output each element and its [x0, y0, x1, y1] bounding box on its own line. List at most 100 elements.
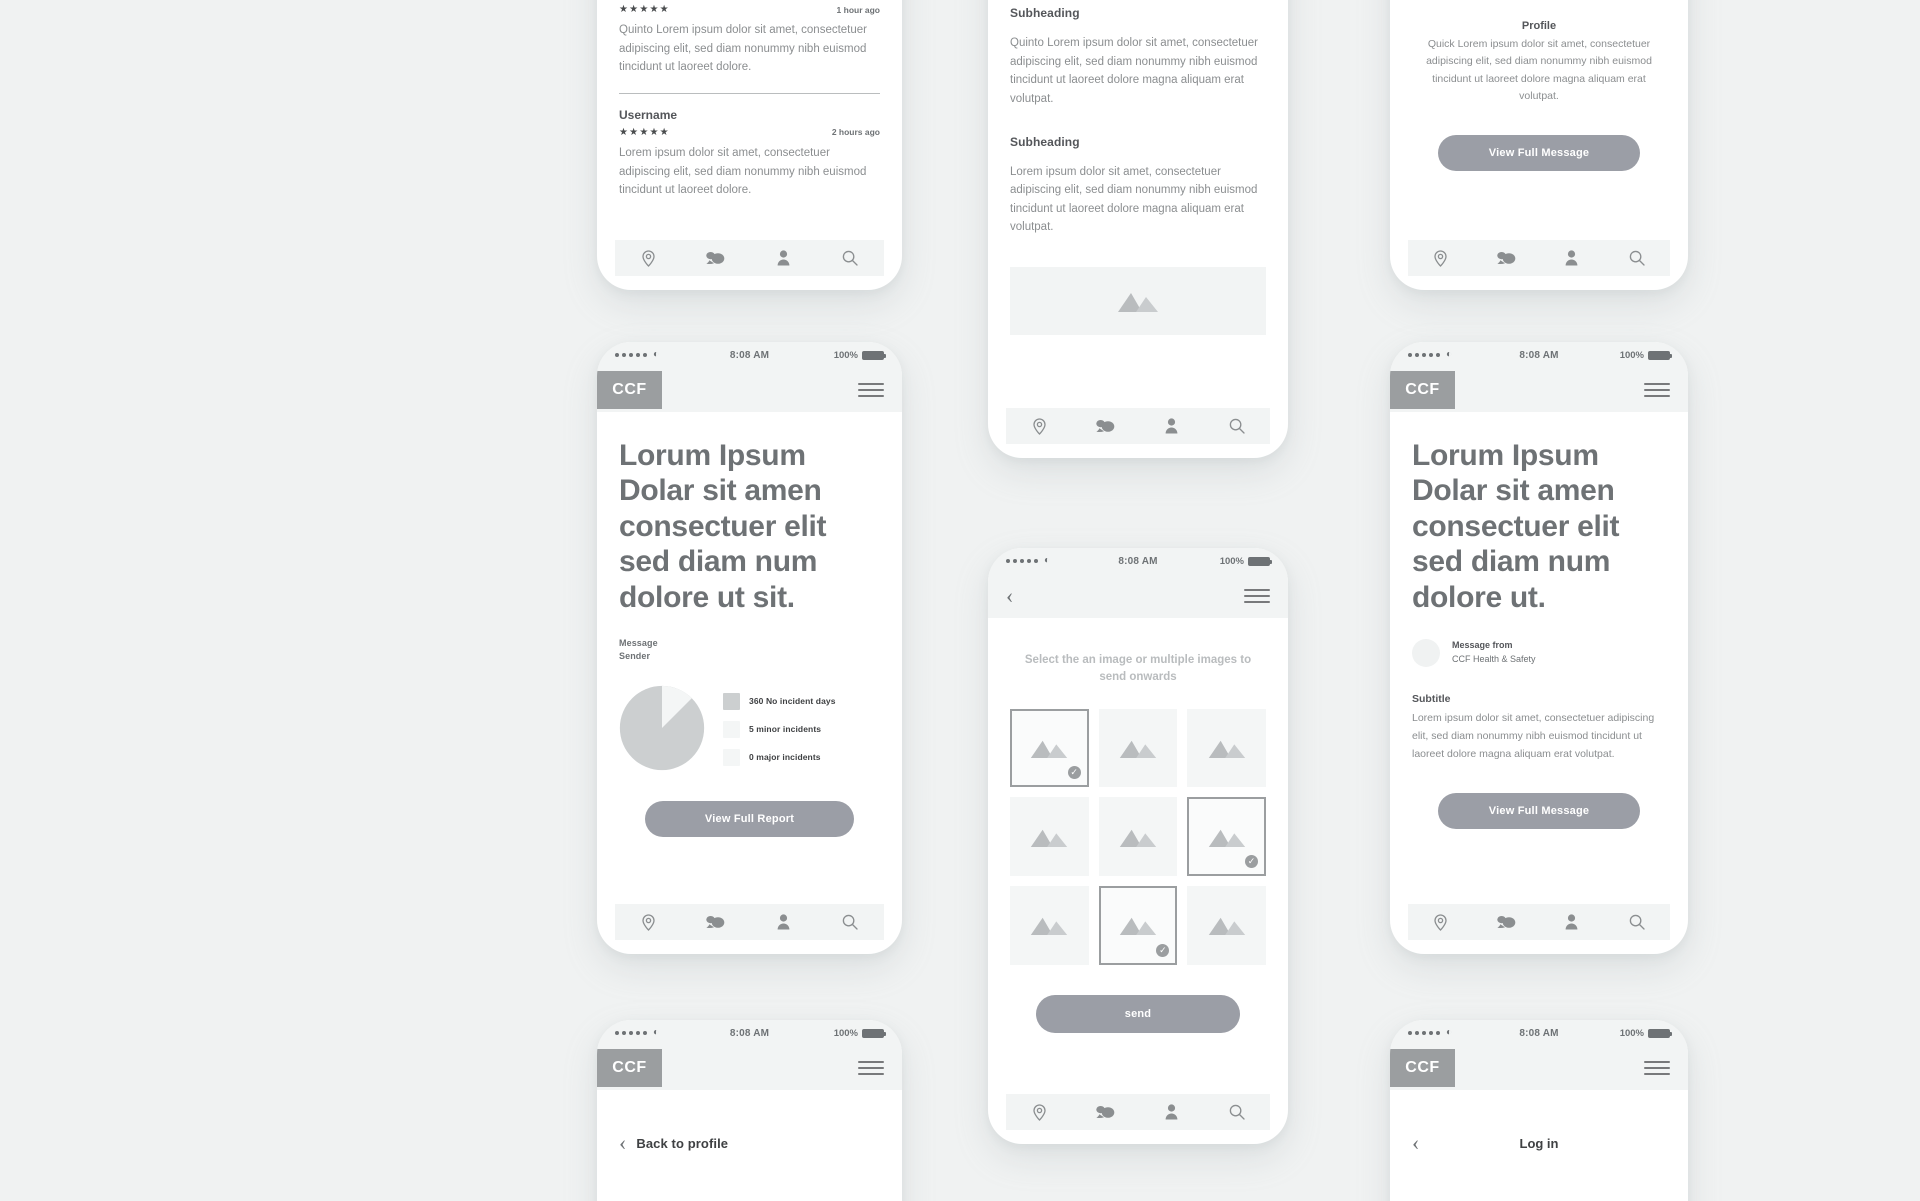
page-title: Lorum Ipsum Dolar sit amen consectuer el… — [619, 439, 827, 614]
picker-prompt: Select the an image or multiple images t… — [1024, 654, 1252, 684]
profile-title: Profile — [1521, 20, 1557, 32]
mountain-image-icon — [1031, 740, 1068, 758]
bottom-nav — [1408, 904, 1670, 940]
message-screen: ◐ 8:08 AM 100% CCF Lorum Ipsum Dolar sit… — [1390, 342, 1688, 954]
tab-profile[interactable] — [1539, 250, 1605, 266]
person-icon — [1165, 418, 1177, 434]
report-screen: ◐ 8:08 AM 100% CCF Lorum Ipsum Dolar sit… — [597, 342, 902, 954]
location-pin-icon — [642, 913, 655, 931]
back-to-profile-label: Back to profile — [636, 1135, 729, 1151]
tab-profile[interactable] — [1138, 418, 1204, 434]
message-sender-meta: Message from CCF Health & Safety — [1452, 639, 1536, 666]
location-pin-icon — [642, 249, 655, 267]
location-pin-icon — [1434, 249, 1447, 267]
tab-location[interactable] — [1408, 249, 1474, 267]
tab-location[interactable] — [1006, 1103, 1072, 1121]
back-chevron-icon[interactable]: ‹ — [1006, 585, 1013, 607]
battery-icon — [1648, 350, 1672, 360]
report-content: Lorum Ipsum Dolar sit amen consectuer el… — [597, 412, 902, 904]
legend-item: 0 major incidents — [723, 748, 836, 766]
tab-profile[interactable] — [1539, 914, 1605, 930]
subtitle-block: Subtitle Lorem ipsum dolor sit amet, con… — [1412, 693, 1666, 763]
tab-location[interactable] — [1006, 417, 1072, 435]
ccf-logo[interactable]: CCF — [1390, 371, 1455, 409]
battery-status: 100% — [769, 350, 886, 361]
image-picker-card: ◐ 8:08 AM 100% ‹ Select the an image or … — [988, 548, 1288, 1144]
status-bar: ◐ 8:08 AM 100% — [1390, 1020, 1688, 1046]
tab-search[interactable] — [1204, 1104, 1270, 1120]
image-cell[interactable]: ✓ — [1187, 797, 1267, 876]
tab-messages[interactable] — [682, 251, 749, 266]
search-icon — [1629, 914, 1645, 930]
sender-line-2: Sender — [619, 651, 651, 661]
tab-profile[interactable] — [1138, 1104, 1204, 1120]
tab-location[interactable] — [615, 249, 682, 267]
login-title: Log in — [1519, 1135, 1559, 1151]
view-full-message-button[interactable]: View Full Message — [1438, 135, 1640, 172]
tab-messages[interactable] — [1072, 419, 1138, 434]
status-time: 8:08 AM — [1519, 1027, 1559, 1039]
tab-search[interactable] — [1204, 418, 1270, 434]
tab-messages[interactable] — [682, 915, 749, 930]
ccf-logo[interactable]: CCF — [1390, 1049, 1455, 1087]
battery-percent: 100% — [1619, 349, 1644, 361]
tab-profile[interactable] — [750, 914, 817, 930]
send-button[interactable]: send — [1036, 994, 1240, 1033]
ccf-logo[interactable]: CCF — [597, 1049, 662, 1087]
back-screen: ◐ 8:08 AM 100% CCF ‹ Back to profile — [597, 1020, 902, 1201]
image-cell[interactable]: ✓ — [1010, 797, 1089, 876]
tab-location[interactable] — [1408, 913, 1474, 931]
image-cell[interactable]: ✓ — [1098, 797, 1178, 876]
tab-messages[interactable] — [1072, 1105, 1138, 1120]
tab-location[interactable] — [615, 913, 682, 931]
tab-messages[interactable] — [1474, 251, 1540, 266]
image-cell[interactable]: ✓ — [1010, 708, 1089, 788]
image-cell[interactable]: ✓ — [1187, 708, 1267, 788]
legend-label: 360 No incident days — [749, 696, 836, 707]
tab-search[interactable] — [1605, 914, 1671, 930]
mountain-image-icon — [1119, 829, 1157, 847]
view-full-report-button[interactable]: View Full Report — [645, 801, 854, 838]
bottom-nav — [615, 240, 884, 276]
tab-search[interactable] — [817, 914, 884, 930]
profile-card: Profile Quick Lorem ipsum dolor sit amet… — [1390, 0, 1688, 290]
view-full-message-button[interactable]: View Full Message — [1438, 793, 1640, 830]
image-cell[interactable]: ✓ — [1098, 885, 1178, 965]
image-cell[interactable]: ✓ — [1187, 885, 1267, 965]
tab-profile[interactable] — [750, 250, 817, 266]
status-bar: ◐ 8:08 AM 100% — [988, 548, 1288, 574]
hamburger-menu-icon[interactable] — [858, 383, 884, 397]
message-sender-row: Message from CCF Health & Safety — [1412, 638, 1666, 667]
review-username: Username — [619, 107, 678, 122]
search-icon — [843, 250, 859, 266]
app-bar: CCF — [1390, 1046, 1688, 1090]
hamburger-menu-icon[interactable] — [1244, 589, 1270, 603]
ccf-logo[interactable]: CCF — [597, 371, 662, 409]
back-to-profile-link[interactable]: ‹ Back to profile — [597, 1114, 902, 1154]
article-paragraph: Lorem ipsum dolor sit amet, consectetuer… — [1010, 165, 1258, 234]
review-text: Quinto Lorem ipsum dolor sit amet, conse… — [619, 24, 868, 74]
chat-bubbles-icon — [1095, 1105, 1114, 1118]
hamburger-menu-icon[interactable] — [1644, 383, 1670, 397]
mountain-image-icon — [1031, 917, 1068, 936]
tab-search[interactable] — [1605, 250, 1671, 266]
tab-messages[interactable] — [1474, 915, 1540, 930]
tab-search[interactable] — [817, 250, 884, 266]
image-cell[interactable]: ✓ — [1010, 885, 1089, 965]
login-title-row: ‹ Log in — [1390, 1114, 1688, 1154]
location-pin-icon — [1032, 1103, 1046, 1121]
battery-icon — [862, 350, 886, 360]
article-content: Subheading Quinto Lorem ipsum dolor sit … — [988, 0, 1288, 408]
review-timestamp: 1 hour ago — [836, 4, 880, 15]
hamburger-menu-icon[interactable] — [1644, 1061, 1670, 1075]
review-timestamp: 2 hours ago — [831, 127, 880, 138]
article-subheading: Subheading — [1010, 134, 1080, 149]
report-card: ◐ 8:08 AM 100% CCF Lorum Ipsum Dolar sit… — [597, 342, 902, 954]
hamburger-menu-icon[interactable] — [858, 1061, 884, 1075]
image-cell[interactable]: ✓ — [1098, 708, 1178, 788]
pie-chart-graphic — [619, 685, 705, 771]
app-bar: CCF — [1390, 368, 1688, 412]
bottom-nav — [1408, 240, 1670, 276]
subtitle-title: Subtitle — [1412, 692, 1451, 705]
article-image-placeholder — [1010, 267, 1266, 335]
